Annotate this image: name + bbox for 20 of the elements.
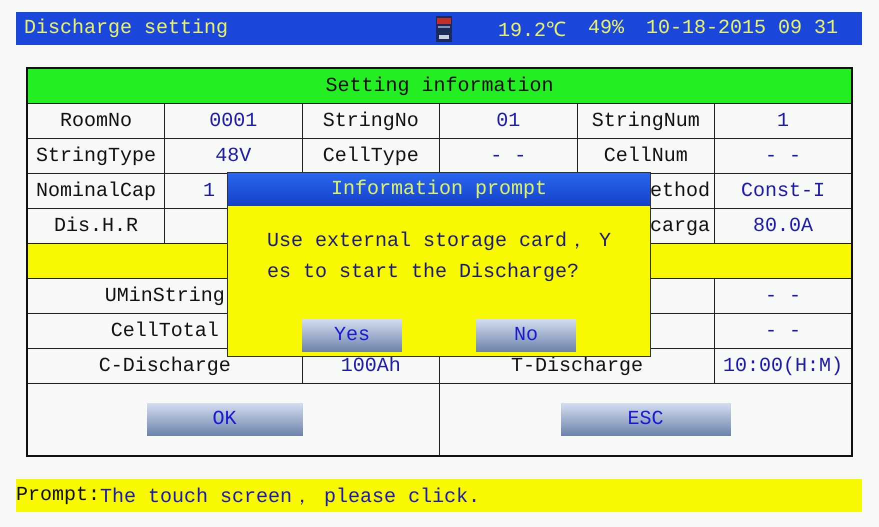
no-button[interactable]: No [476, 319, 576, 352]
value-cell: 0001 [164, 104, 302, 138]
ok-button[interactable]: OK [146, 403, 302, 436]
dialog-title: Information prompt [228, 173, 650, 206]
value-cell: 01 [440, 104, 577, 138]
esc-button[interactable]: ESC [560, 403, 730, 436]
prompt-label: Prompt: [16, 484, 100, 507]
label-cell: RoomNo [27, 104, 164, 138]
date-time: 10-18-2015 09 31 [646, 17, 838, 40]
memory-card-icon [434, 14, 454, 42]
battery-reading: 49% [588, 17, 624, 40]
label-cell: NominalCap [27, 174, 164, 208]
label-cell: StringType [27, 138, 164, 174]
temperature-reading: 19.2℃ [498, 18, 566, 42]
yes-button[interactable]: Yes [302, 319, 402, 352]
prompt-message: The touch screen， please click. [100, 485, 480, 509]
label-cell: StringNum [577, 104, 714, 138]
label-cell: StringNo [302, 104, 440, 138]
screen-title: Discharge setting [23, 17, 230, 40]
table-title: Setting information [27, 68, 852, 104]
